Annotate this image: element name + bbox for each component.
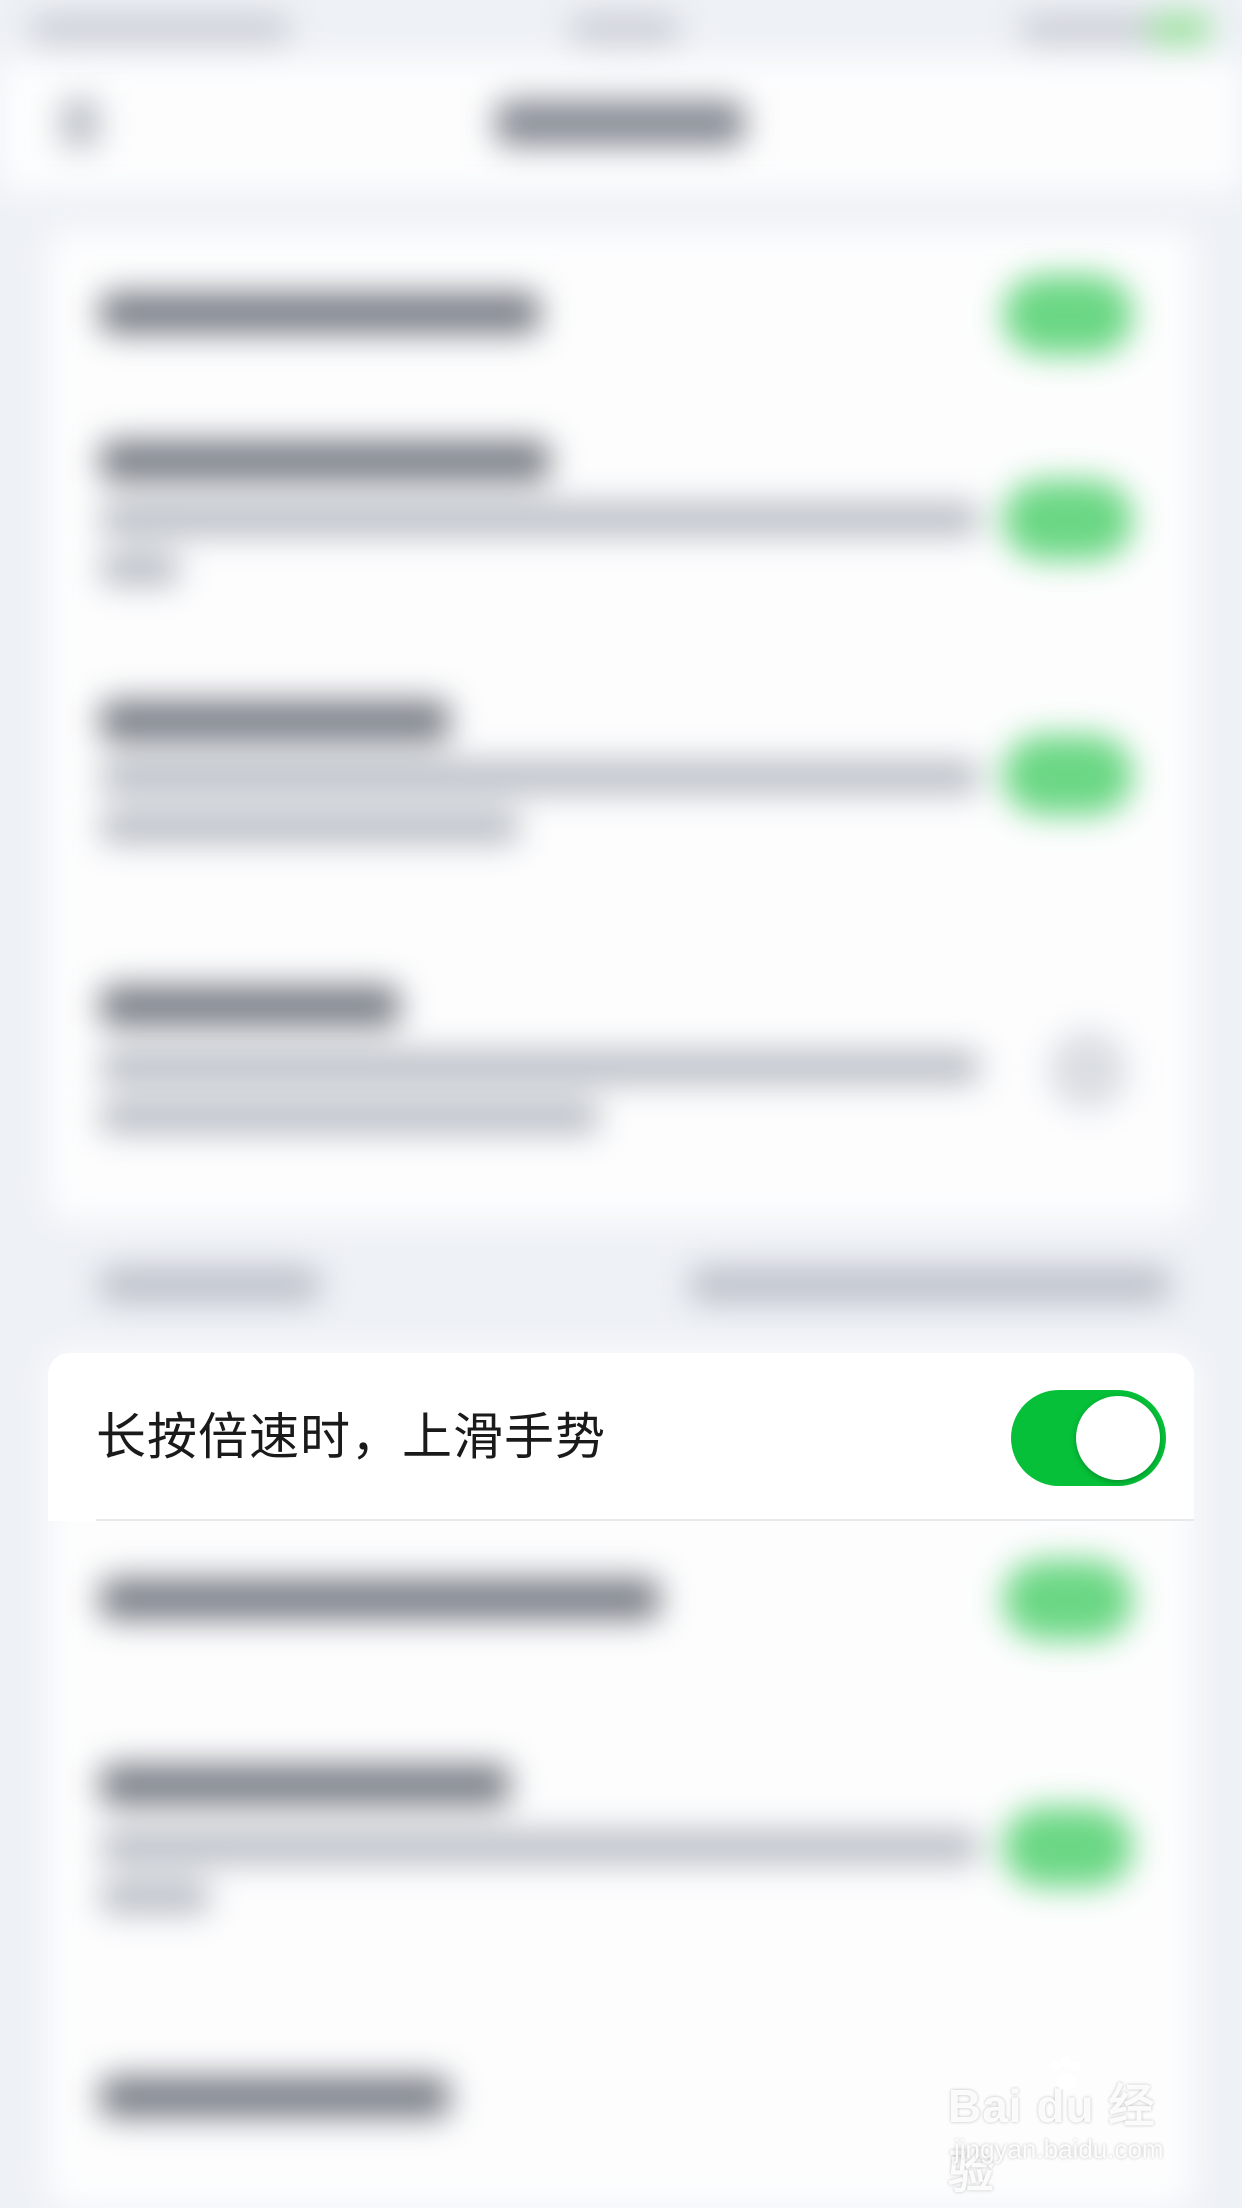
blurred-section-note [690,1268,1170,1302]
blurred-setting-desc [100,1100,600,1134]
status-bar [0,0,1242,60]
navigation-bar [0,60,1242,190]
settings-card-top [48,230,1194,1220]
blurred-setting-desc [100,502,980,536]
battery-icon [1150,14,1210,44]
status-bar-time [570,14,680,44]
blurred-setting-title [100,2076,450,2118]
watermark-url: jingyan.baidu.com [954,2134,1164,2164]
blurred-section-header [100,1268,320,1302]
baidu-jingyan-watermark: Bai du 经验 jingyan.baidu.com [948,2057,1188,2198]
page-title [495,100,745,146]
setting-label: 长按倍速时，上滑手势 [96,1408,606,1466]
blurred-setting-desc [100,552,180,586]
blurred-setting-title [100,700,450,742]
blurred-toggle[interactable] [1003,735,1133,815]
blurred-toggle[interactable] [1003,480,1133,560]
blurred-chevron-icon[interactable] [1048,1030,1128,1110]
swipe-up-gesture-toggle[interactable] [1011,1390,1166,1486]
back-icon[interactable] [60,98,100,148]
row-divider [96,1519,1194,1521]
blurred-setting-desc [100,1050,980,1084]
blurred-setting-title [100,1578,660,1620]
blurred-toggle[interactable] [1003,275,1133,355]
blurred-setting-title [100,1764,510,1806]
blurred-setting-desc [100,810,520,844]
toggle-knob [1076,1396,1160,1480]
blurred-toggle[interactable] [1003,1807,1133,1887]
blurred-setting-title [100,292,540,334]
blurred-setting-desc [100,760,980,794]
blurred-toggle[interactable] [1003,1560,1133,1640]
status-bar-left [30,14,290,44]
blurred-setting-title [100,985,400,1027]
paw-icon [1051,2057,1081,2090]
blurred-setting-title [100,440,550,482]
blurred-setting-desc [100,1830,980,1864]
blurred-setting-desc [100,1880,210,1914]
highlighted-setting-row: 长按倍速时，上滑手势 [48,1353,1194,1521]
blurred-background [0,0,1242,2208]
